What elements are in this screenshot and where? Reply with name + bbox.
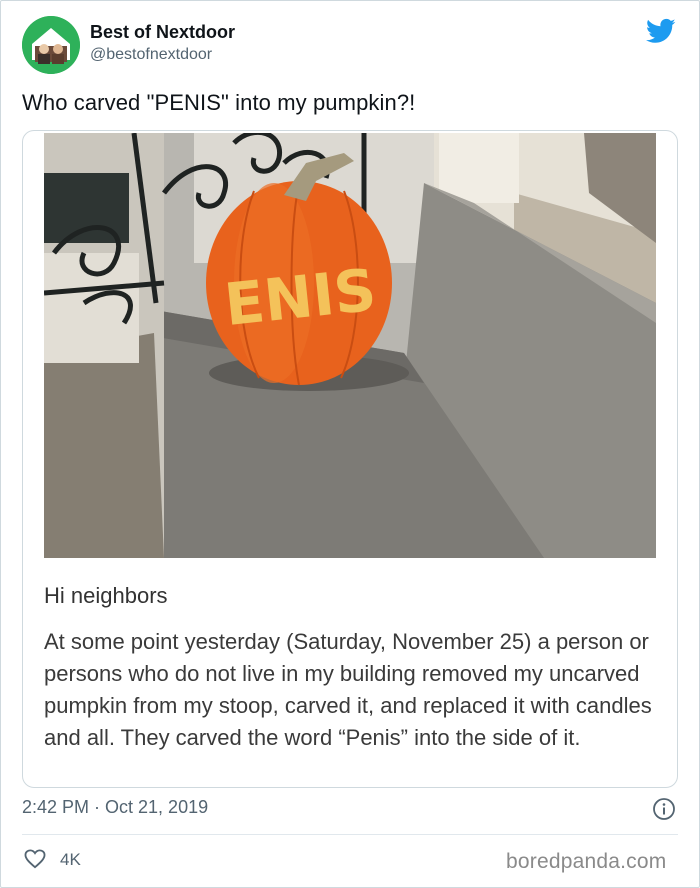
avatar-image [22,16,80,74]
like-count[interactable]: 4K [60,850,81,870]
post-body: At some point yesterday (Saturday, Novem… [44,629,652,750]
pumpkin-photo: ENIS [44,133,656,558]
info-icon[interactable] [652,797,676,821]
post-greeting: Hi neighbors [44,583,168,608]
watermark: boredpanda.com [506,850,667,873]
twitter-bird-icon[interactable] [644,16,678,46]
account-handle[interactable]: @bestofnextdoor [90,46,212,64]
heart-icon[interactable] [24,849,46,869]
tweet-timestamp[interactable]: 2:42 PM · Oct 21, 2019 [22,797,208,818]
divider [22,834,678,835]
embedded-post-card[interactable]: ENIS Hi neighbors At some point yesterda… [22,130,678,788]
avatar[interactable] [22,16,80,74]
tweet-text: Who carved "PENIS" into my pumpkin?! [22,90,416,115]
account-name[interactable]: Best of Nextdoor [90,22,235,43]
